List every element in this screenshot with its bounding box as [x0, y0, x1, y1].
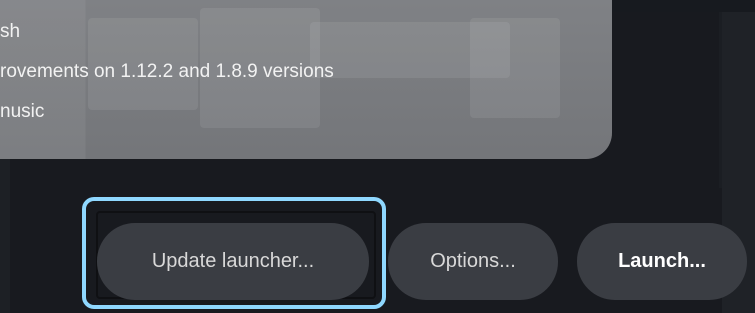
launch-button[interactable]: Launch...	[577, 223, 747, 300]
news-line: sh	[0, 21, 21, 42]
news-line: nusic	[0, 101, 45, 122]
news-line: rovements on 1.12.2 and 1.8.9 versions	[0, 61, 334, 82]
update-launcher-button[interactable]: Update launcher...	[97, 223, 369, 300]
left-edge-panel	[0, 159, 10, 313]
options-button[interactable]: Options...	[388, 223, 558, 300]
news-text-list: sh rovements on 1.12.2 and 1.8.9 version…	[0, 12, 334, 132]
news-card: sh rovements on 1.12.2 and 1.8.9 version…	[0, 0, 612, 159]
launcher-screen: sh rovements on 1.12.2 and 1.8.9 version…	[0, 0, 755, 313]
background-shape	[470, 18, 560, 118]
